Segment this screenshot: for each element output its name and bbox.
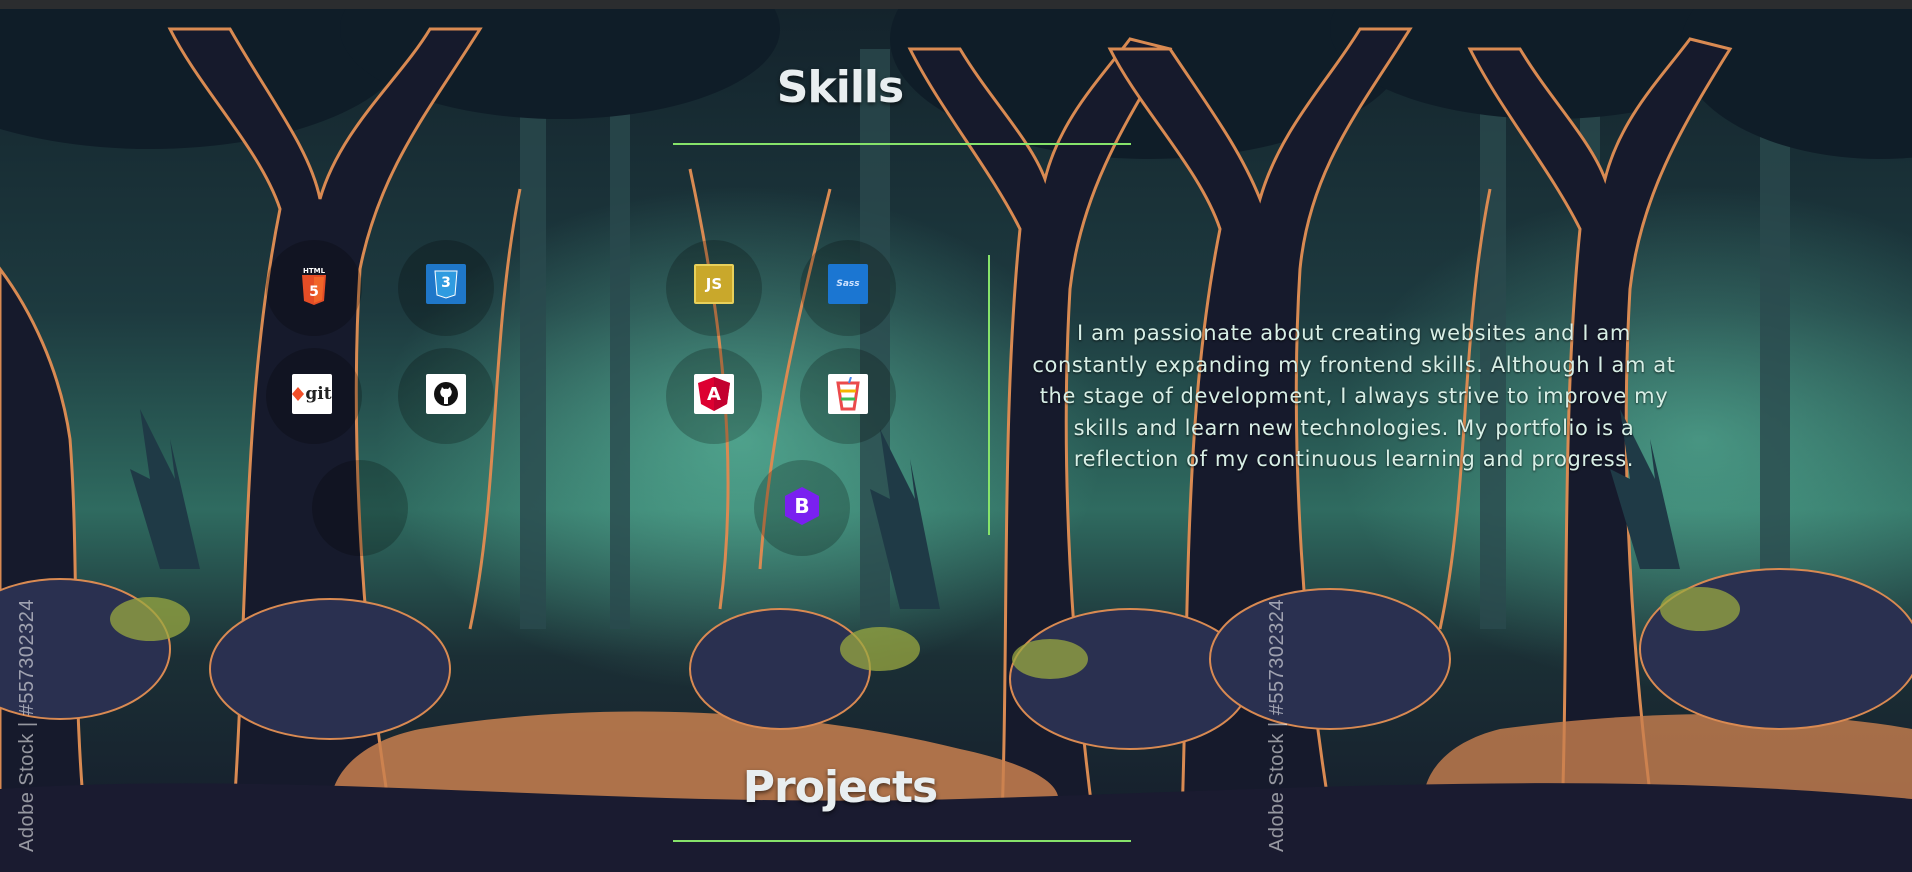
bootstrap-label: B [794, 494, 810, 518]
bootstrap-icon[interactable]: B [782, 486, 822, 526]
html5-icon[interactable]: HTML 5 [294, 265, 334, 307]
javascript-icon[interactable]: JS [694, 264, 734, 304]
angular-icon[interactable]: A [694, 374, 734, 414]
about-paragraph: I am passionate about creating websites … [1032, 321, 1676, 471]
projects-heading-underline [673, 840, 1131, 842]
html5-label: 5 [309, 284, 319, 300]
git-icon[interactable]: git [292, 374, 332, 414]
javascript-label: JS [705, 275, 723, 293]
css3-icon[interactable]: 3 [426, 264, 466, 304]
browser-top-strip [0, 0, 1912, 9]
github-icon[interactable] [426, 374, 466, 414]
git-label: git [305, 384, 332, 404]
skills-heading: Skills [776, 62, 904, 113]
github-octocat-icon [434, 382, 458, 406]
projects-heading: Projects [742, 762, 938, 813]
git-diamond-icon [292, 387, 305, 401]
watermark-right: Adobe Stock | #557302324 [1266, 599, 1288, 852]
skills-divider-line [988, 255, 990, 535]
skills-heading-underline [673, 143, 1131, 145]
watermark-left: Adobe Stock | #557302324 [16, 599, 38, 852]
sass-label: Sass [836, 279, 860, 289]
empty-icon-halo [312, 460, 408, 556]
angular-label: A [707, 383, 721, 405]
html5-caption: HTML [302, 267, 326, 275]
css3-label: 3 [441, 275, 451, 291]
gulp-cup-icon [836, 377, 860, 411]
sass-icon[interactable]: Sass [828, 264, 868, 304]
gulp-icon[interactable] [828, 374, 868, 414]
